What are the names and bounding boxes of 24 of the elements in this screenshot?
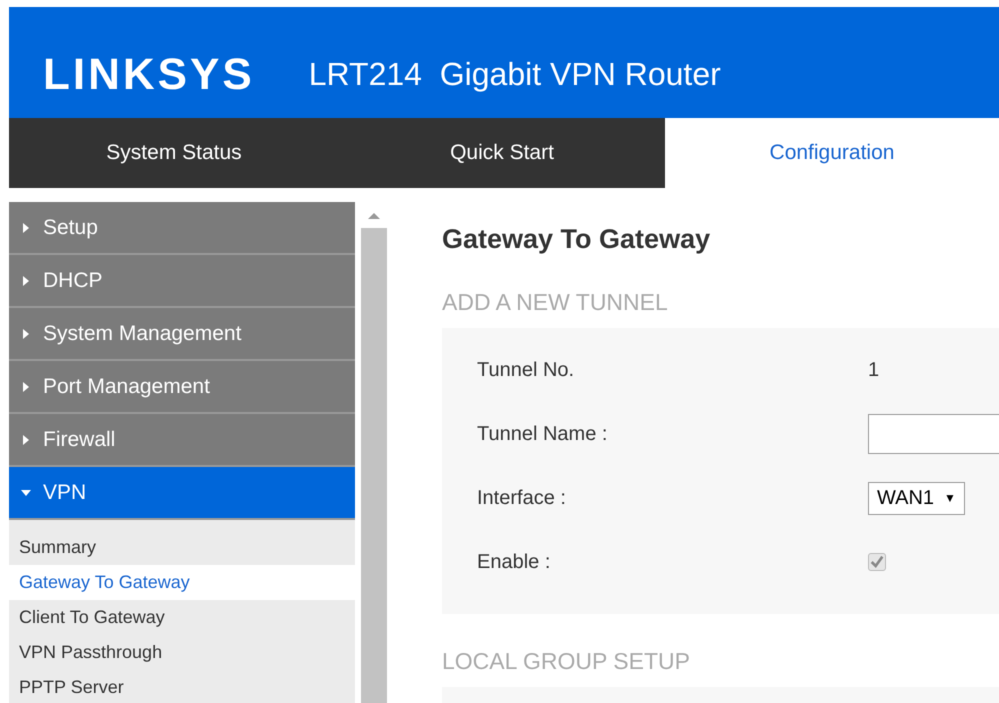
- section-heading: ADD A NEW TUNNEL: [442, 289, 669, 316]
- sidebar-item[interactable]: VPN: [9, 467, 355, 520]
- nav-tab[interactable]: System Status: [9, 118, 339, 188]
- submenu-item[interactable]: Client To Gateway: [9, 600, 355, 635]
- section-heading: LOCAL GROUP SETUP: [442, 648, 691, 675]
- field-label: Enable :: [477, 550, 552, 574]
- field-label: Tunnel No.: [477, 358, 576, 382]
- sidebar-item[interactable]: Setup: [9, 202, 355, 255]
- field-label: Tunnel Name :: [477, 422, 608, 446]
- logo: LINKSYS: [43, 50, 255, 100]
- dropdown[interactable]: WAN1 ▼: [868, 482, 965, 514]
- page-title: Gateway To Gateway: [442, 224, 712, 255]
- submenu-item[interactable]: PPTP Server: [9, 670, 355, 703]
- router-title: LRT214 Gigabit VPN Router: [308, 56, 721, 93]
- submenu-item[interactable]: Gateway To Gateway: [9, 565, 355, 600]
- submenu-item[interactable]: Summary: [9, 530, 355, 565]
- nav-tab[interactable]: Quick Start: [339, 118, 665, 188]
- sidebar-item[interactable]: Port Management: [9, 361, 355, 414]
- sidebar-item[interactable]: DHCP: [9, 255, 355, 308]
- sidebar-item[interactable]: System Management: [9, 308, 355, 361]
- submenu-item[interactable]: VPN Passthrough: [9, 635, 355, 670]
- field-value: 1: [868, 358, 880, 382]
- field-label: Interface :: [477, 486, 567, 510]
- sidebar-item[interactable]: Firewall: [9, 414, 355, 467]
